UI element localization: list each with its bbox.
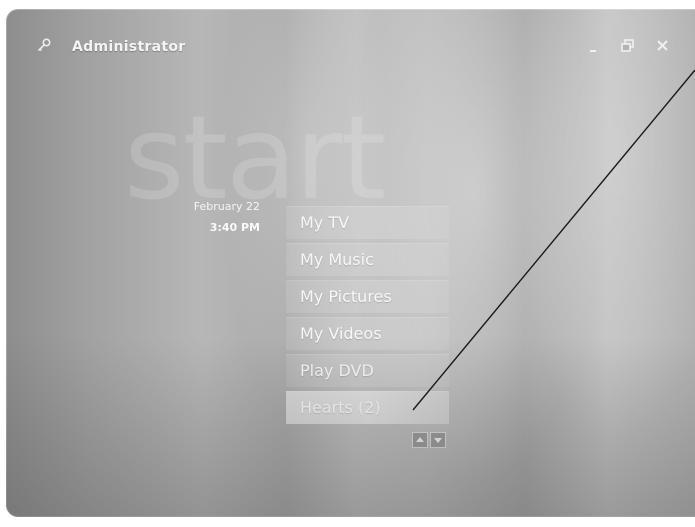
close-icon[interactable] (653, 37, 673, 55)
restore-icon[interactable] (618, 37, 638, 55)
menu-item-my-pictures[interactable]: My Pictures (286, 280, 449, 313)
start-menu: My TV My Music My Pictures My Videos Pla… (286, 206, 449, 428)
minimize-icon[interactable] (584, 37, 604, 55)
user-name: Administrator (72, 39, 186, 55)
scroll-up-icon[interactable] (412, 432, 428, 448)
clock-date: February 22 (193, 200, 260, 213)
scroll-down-icon[interactable] (430, 432, 446, 448)
menu-scroll-arrows (412, 432, 452, 448)
key-icon (36, 37, 54, 53)
menu-item-my-tv[interactable]: My TV (286, 206, 449, 239)
menu-item-play-dvd[interactable]: Play DVD (286, 354, 449, 387)
title-bar: Administrator (6, 9, 695, 69)
menu-item-my-videos[interactable]: My Videos (286, 317, 449, 350)
clock-time: 3:40 PM (209, 221, 260, 234)
menu-item-hearts[interactable]: Hearts (2) (286, 391, 449, 424)
menu-item-my-music[interactable]: My Music (286, 243, 449, 276)
media-center-window: Administrator start February 22 3:40 PM … (6, 9, 695, 517)
